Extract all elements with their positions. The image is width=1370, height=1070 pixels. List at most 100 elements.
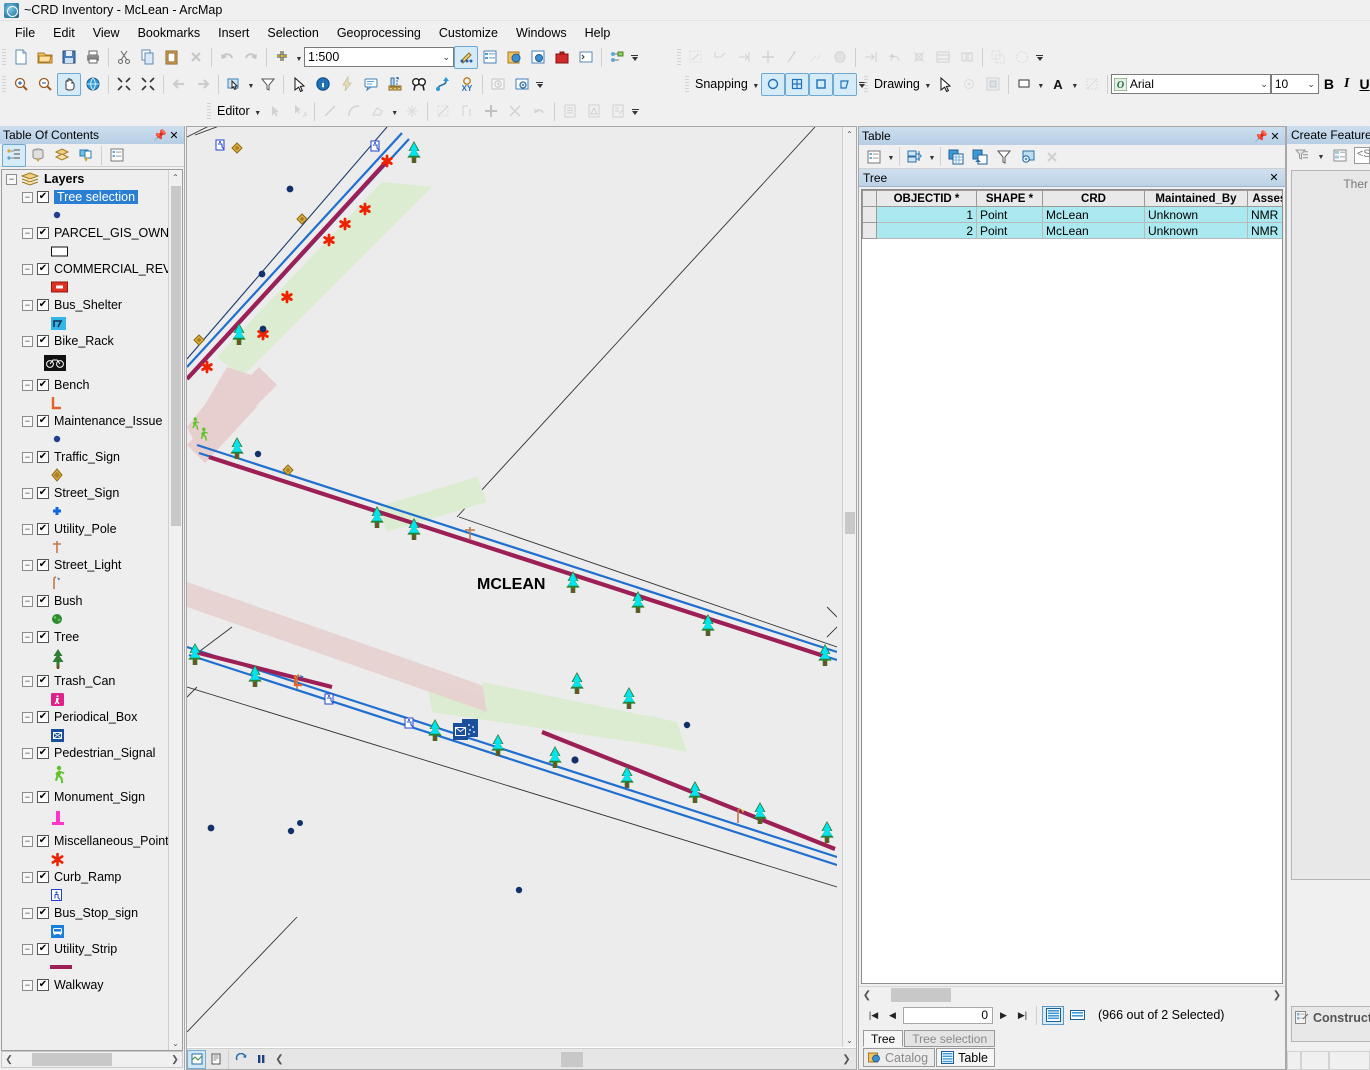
rotate-button[interactable] (431, 100, 455, 123)
time-slider-button[interactable] (486, 73, 510, 96)
menu-item-customize[interactable]: Customize (430, 23, 507, 43)
add-data-dropdown[interactable]: ▼ (294, 46, 304, 69)
find-button[interactable] (407, 73, 431, 96)
italic-button[interactable]: I (1339, 76, 1354, 92)
close-icon[interactable]: ✕ (167, 128, 181, 142)
copy-parallel-button[interactable] (986, 46, 1010, 69)
cut-button[interactable] (112, 46, 136, 69)
close-table-icon[interactable]: ✕ (1267, 171, 1281, 185)
collapse-icon[interactable]: − (22, 631, 33, 643)
collapse-icon[interactable]: − (22, 835, 33, 847)
layer-row-bus-stop-sign[interactable]: − Bus_Stop_sign (2, 904, 182, 922)
layer-checkbox[interactable] (37, 335, 49, 347)
font-size-combo[interactable]: 10 ⌄ (1270, 74, 1319, 94)
table-options-button[interactable] (862, 145, 886, 168)
toolbar-grip[interactable] (207, 102, 211, 120)
layer-row-tree[interactable]: − Tree (2, 628, 182, 646)
previous-record-button[interactable]: ◀ (884, 1007, 901, 1024)
collapse-icon[interactable]: − (22, 559, 33, 571)
cell-shape[interactable]: Point (976, 206, 1043, 223)
related-tables-button[interactable] (903, 145, 927, 168)
buffer-button[interactable] (955, 46, 979, 69)
fill-color-button[interactable] (1012, 73, 1036, 96)
open-document-button[interactable] (33, 46, 57, 69)
print-button[interactable] (81, 46, 105, 69)
reshape-edge-button[interactable] (732, 46, 756, 69)
layout-view-button[interactable] (206, 1050, 225, 1069)
layer-row-commercial-revi[interactable]: − COMMERCIAL_REVI (2, 260, 182, 278)
measure-button[interactable] (383, 73, 407, 96)
last-record-button[interactable]: ▶| (1014, 1007, 1031, 1024)
redo-button[interactable] (239, 46, 263, 69)
layer-checkbox[interactable] (37, 191, 49, 203)
create-viewer-window-button[interactable] (510, 73, 534, 96)
layer-row-bush[interactable]: − Bush (2, 592, 182, 610)
collapse-icon[interactable]: − (22, 191, 33, 203)
layer-checkbox[interactable] (37, 523, 49, 535)
cell-objectid[interactable]: 1 (876, 206, 977, 223)
layer-checkbox[interactable] (37, 747, 49, 759)
bold-button[interactable]: B (1319, 76, 1339, 92)
collapse-icon[interactable]: − (22, 523, 33, 535)
menu-item-edit[interactable]: Edit (44, 23, 84, 43)
layer-row-bus-shelter[interactable]: − Bus_Shelter (2, 296, 182, 314)
topology-toolbar-overflow[interactable] (1034, 46, 1045, 69)
drawing-select-elements-button[interactable] (933, 73, 957, 96)
fill-color-dropdown[interactable]: ▼ (1036, 73, 1046, 96)
toolbar-grip[interactable] (2, 75, 6, 93)
collapse-icon[interactable]: − (22, 871, 33, 883)
filter-templates-dropdown[interactable]: ▼ (1316, 144, 1326, 167)
delete-selected-button[interactable] (1040, 145, 1064, 168)
python-window-button[interactable] (574, 46, 598, 69)
data-view-button[interactable] (187, 1049, 206, 1069)
toolbar-grip[interactable] (685, 75, 689, 93)
pause-drawing-button[interactable] (251, 1050, 270, 1069)
row-selector[interactable] (862, 222, 877, 239)
cell-crd[interactable]: McLean (1042, 222, 1145, 239)
layer-row-tree-selection[interactable]: − Tree selection (2, 188, 182, 206)
show-all-records-button[interactable] (1042, 1005, 1064, 1025)
modify-edge-button[interactable] (708, 46, 732, 69)
layer-checkbox[interactable] (37, 263, 49, 275)
go-to-xy-button[interactable]: XY (455, 73, 479, 96)
layer-row-street-sign[interactable]: − Street_Sign (2, 484, 182, 502)
pin-icon[interactable]: 📌 (1254, 129, 1268, 143)
edit-tool-button[interactable] (263, 100, 287, 123)
layer-checkbox[interactable] (37, 451, 49, 463)
paste-button[interactable] (160, 46, 184, 69)
layer-row-trash-can[interactable]: − Trash_Can (2, 672, 182, 690)
current-record-field[interactable]: 0 (903, 1006, 993, 1024)
select-all-button[interactable] (944, 145, 968, 168)
explode-button[interactable] (907, 46, 931, 69)
cell-maintained-by[interactable]: Unknown (1144, 222, 1248, 239)
split-button[interactable] (455, 100, 479, 123)
collapse-icon[interactable]: − (22, 675, 33, 687)
layer-checkbox[interactable] (37, 835, 49, 847)
layer-checkbox[interactable] (37, 907, 49, 919)
pan-button[interactable] (57, 72, 81, 96)
select-by-polygon-button[interactable] (256, 73, 280, 96)
layer-checkbox[interactable] (37, 227, 49, 239)
point-snapping-button[interactable] (760, 72, 785, 96)
find-route-button[interactable] (431, 73, 455, 96)
layer-checkbox[interactable] (37, 415, 49, 427)
arctoolbox-button[interactable] (550, 46, 574, 69)
cell-assess[interactable]: NMR (1247, 206, 1282, 223)
cell-crd[interactable]: McLean (1042, 206, 1145, 223)
save-button[interactable] (57, 46, 81, 69)
html-popup-button[interactable] (359, 73, 383, 96)
clip-button[interactable] (931, 46, 955, 69)
layer-row-bike-rack[interactable]: − Bike_Rack (2, 332, 182, 350)
underline-button[interactable]: U (1354, 76, 1370, 92)
trace-button[interactable] (366, 100, 390, 123)
group-button[interactable] (981, 73, 1005, 96)
list-by-source-button[interactable] (26, 144, 50, 167)
collapse-icon[interactable]: − (22, 451, 33, 463)
map-hscroll-track[interactable] (289, 1051, 837, 1067)
layer-checkbox[interactable] (37, 979, 49, 991)
union-button[interactable] (1010, 46, 1034, 69)
undo-edit-button[interactable] (527, 100, 551, 123)
template-search-input[interactable]: <Se (1354, 146, 1370, 164)
layer-checkbox[interactable] (37, 631, 49, 643)
editor-menu[interactable]: Editor (214, 104, 253, 118)
